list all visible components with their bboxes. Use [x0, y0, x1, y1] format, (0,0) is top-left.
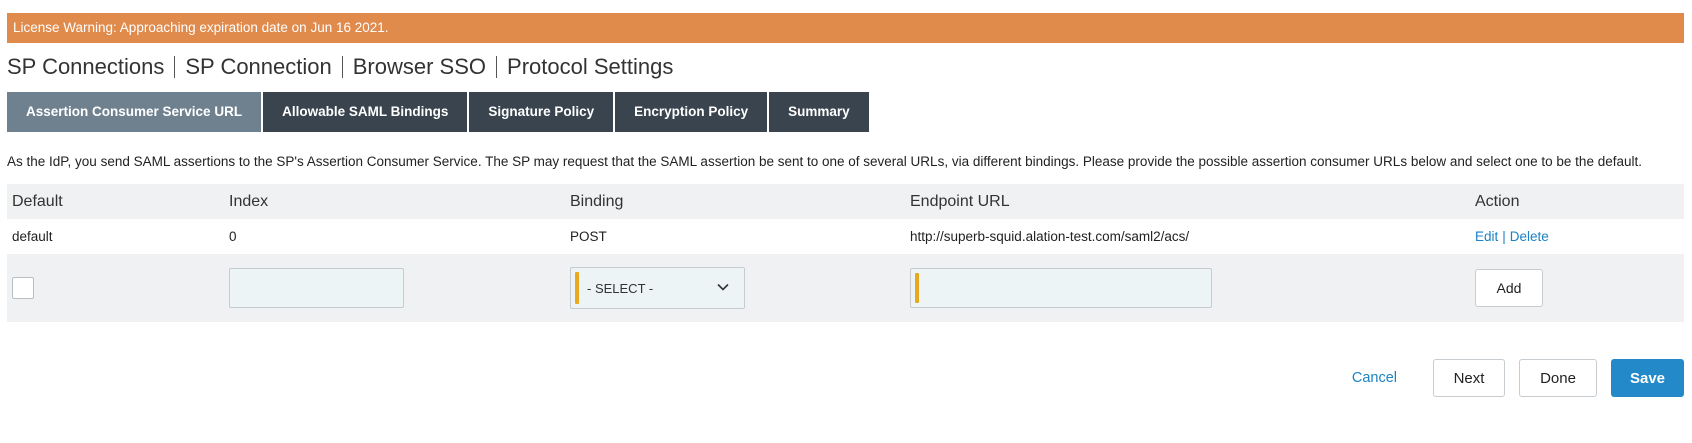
action-separator: |: [1502, 229, 1506, 244]
breadcrumb: SP Connections SP Connection Browser SSO…: [7, 52, 673, 82]
index-input[interactable]: [229, 268, 404, 308]
breadcrumb-sp-connection: SP Connection: [185, 54, 332, 79]
chevron-down-icon: [717, 283, 729, 291]
cell-index: 0: [229, 229, 237, 244]
cancel-link[interactable]: Cancel: [1352, 370, 1397, 386]
add-endpoint-row: - SELECT - Add: [7, 254, 1684, 322]
save-button[interactable]: Save: [1611, 359, 1684, 397]
breadcrumb-separator: [174, 56, 176, 78]
page-description: As the IdP, you send SAML assertions to …: [7, 154, 1642, 169]
breadcrumb-browser-sso: Browser SSO: [352, 54, 487, 79]
column-header-index: Index: [229, 192, 269, 210]
column-header-endpoint-url: Endpoint URL: [910, 192, 1010, 210]
breadcrumb-separator: [496, 56, 498, 78]
acs-url-table: Default Index Binding Endpoint URL Actio…: [7, 184, 1684, 322]
binding-select-value: - SELECT -: [587, 280, 654, 296]
tab-summary[interactable]: Summary: [769, 92, 869, 132]
default-checkbox[interactable]: [12, 277, 34, 299]
column-header-default: Default: [12, 192, 63, 210]
binding-select[interactable]: - SELECT -: [570, 267, 745, 309]
required-marker: [915, 273, 919, 303]
tab-assertion-consumer-service-url[interactable]: Assertion Consumer Service URL: [7, 92, 264, 132]
default-cell: [12, 254, 34, 322]
cell-action: Edit | Delete: [1475, 219, 1549, 254]
next-button[interactable]: Next: [1433, 359, 1505, 397]
breadcrumb-sp-connections: SP Connections: [7, 54, 165, 79]
table-header-row: Default Index Binding Endpoint URL Actio…: [7, 184, 1684, 219]
breadcrumb-separator: [341, 56, 343, 78]
add-action-cell: Add: [1475, 254, 1543, 322]
tab-encryption-policy[interactable]: Encryption Policy: [615, 92, 770, 132]
column-header-action: Action: [1475, 192, 1520, 210]
tab-allowable-saml-bindings[interactable]: Allowable SAML Bindings: [263, 92, 470, 132]
breadcrumb-protocol-settings: Protocol Settings: [507, 54, 674, 79]
edit-link[interactable]: Edit: [1475, 229, 1498, 244]
required-marker: [575, 272, 579, 304]
done-button[interactable]: Done: [1519, 359, 1597, 397]
tab-bar: Assertion Consumer Service URL Allowable…: [7, 92, 869, 132]
column-header-binding: Binding: [570, 192, 624, 210]
table-row: default 0 POST http://superb-squid.alati…: [7, 219, 1684, 254]
add-button[interactable]: Add: [1475, 269, 1543, 307]
cell-endpoint-url: http://superb-squid.alation-test.com/sam…: [910, 229, 1190, 244]
delete-link[interactable]: Delete: [1510, 229, 1549, 244]
cell-default: default: [12, 229, 53, 244]
endpoint-url-input[interactable]: [910, 268, 1212, 308]
footer-buttons: Cancel Next Done Save: [1352, 358, 1684, 398]
tab-signature-policy[interactable]: Signature Policy: [469, 92, 616, 132]
license-warning-banner: License Warning: Approaching expiration …: [7, 13, 1684, 43]
binding-cell: - SELECT -: [570, 254, 745, 322]
index-cell: [229, 254, 404, 322]
cell-binding: POST: [570, 229, 607, 244]
endpoint-url-cell: [910, 254, 1212, 322]
